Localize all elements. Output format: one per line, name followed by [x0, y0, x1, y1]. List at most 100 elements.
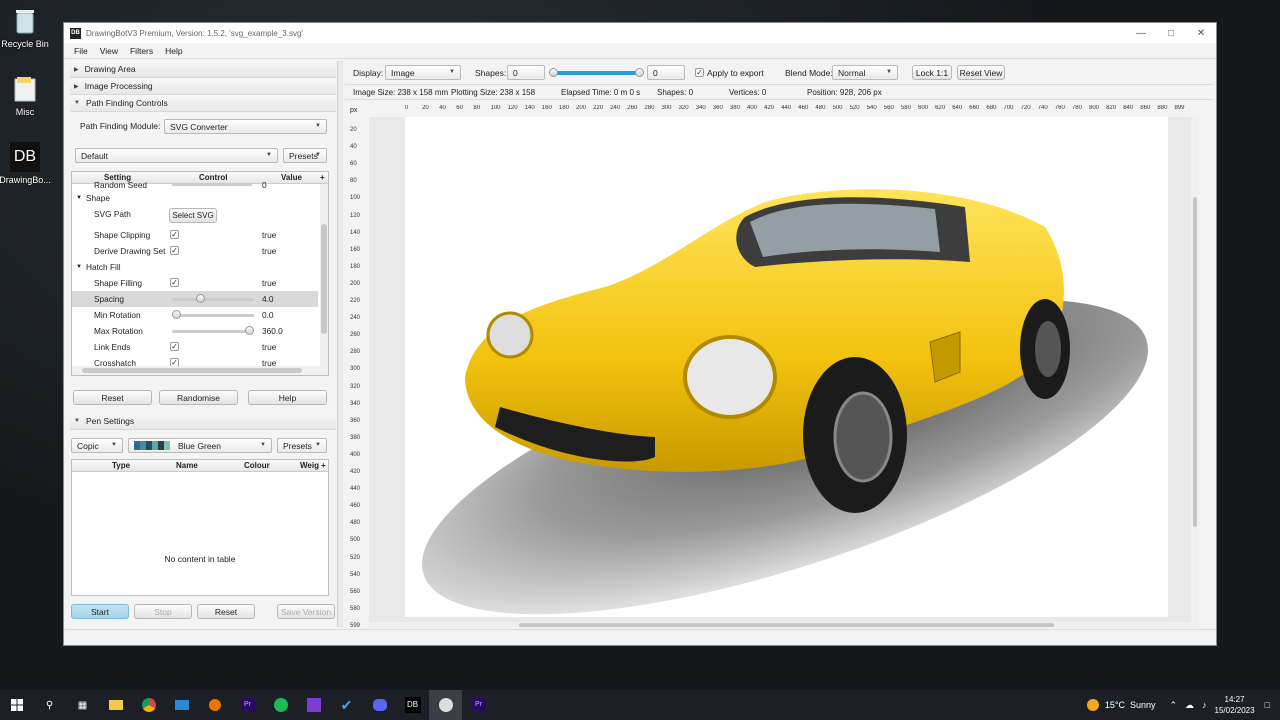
ruler-tick-label: 460 — [798, 105, 809, 111]
scrollbar-thumb[interactable] — [1193, 197, 1197, 527]
weather-text[interactable]: 15°C Sunny — [1105, 700, 1156, 710]
settings-horizontal-scrollbar[interactable] — [72, 366, 328, 375]
row-random-seed[interactable]: Random Seed 0 — [72, 180, 318, 190]
derive-drawing-set-checkbox[interactable]: ✓ — [170, 246, 179, 255]
add-column-icon[interactable]: + — [321, 461, 326, 470]
spacing-slider[interactable] — [172, 298, 254, 301]
min-rotation-slider[interactable] — [172, 314, 254, 317]
chrome-icon[interactable] — [132, 690, 165, 720]
minimize-icon[interactable]: — — [1126, 28, 1156, 39]
link-ends-checkbox[interactable]: ✓ — [170, 342, 179, 351]
task-view-icon[interactable]: ▦ — [66, 690, 99, 720]
preset-select[interactable]: Default ▼ — [75, 148, 278, 163]
save-version-button[interactable]: Save Version — [277, 604, 335, 619]
scrollbar-thumb[interactable] — [519, 623, 1054, 627]
random-seed-slider[interactable] — [172, 183, 252, 186]
shape-clipping-checkbox[interactable]: ✓ — [170, 230, 179, 239]
settings-vertical-scrollbar[interactable] — [320, 184, 328, 366]
column-name[interactable]: Name — [176, 461, 198, 470]
position-text: Position: 928, 206 px — [807, 88, 882, 97]
maximize-icon[interactable]: □ — [1156, 28, 1186, 39]
canvas-vertical-scrollbar[interactable] — [1191, 117, 1199, 622]
randomise-button[interactable]: Randomise — [159, 390, 238, 405]
drawingbot-shortcut[interactable]: DB DrawingBo... — [0, 142, 52, 185]
premiere-icon-2[interactable]: Pr — [462, 690, 495, 720]
section-image-processing[interactable]: ▶ Image Processing — [70, 78, 336, 95]
ruler-tick-label: 500 — [350, 537, 361, 544]
shapes-range-thumb-start[interactable] — [549, 68, 558, 77]
add-column-icon[interactable]: + — [320, 173, 325, 182]
spacing-slider-thumb[interactable] — [196, 294, 206, 303]
reset-view-button[interactable]: Reset View — [957, 65, 1005, 80]
shapes-to-input[interactable]: 0 — [647, 65, 685, 80]
pen-mode-select[interactable]: Copic ▼ — [71, 438, 123, 453]
start-icon[interactable] — [0, 690, 33, 720]
menu-file[interactable]: File — [74, 46, 88, 56]
pen-set-swatches — [134, 441, 170, 450]
clock[interactable]: 14:27 15/02/2023 — [1215, 694, 1255, 716]
group-hatch-fill[interactable]: ▼ Hatch Fill — [72, 259, 318, 275]
mail-icon[interactable] — [165, 690, 198, 720]
search-icon[interactable]: ⚲ — [33, 690, 66, 720]
section-drawing-area[interactable]: ▶ Drawing Area — [70, 61, 336, 78]
discord-icon[interactable] — [363, 690, 396, 720]
chevron-up-icon[interactable]: ⌃ — [1169, 700, 1177, 711]
stop-button[interactable]: Stop — [134, 604, 192, 619]
premiere-icon[interactable]: Pr — [231, 690, 264, 720]
shape-filling-checkbox[interactable]: ✓ — [170, 278, 179, 287]
shapes-range-slider[interactable] — [552, 71, 640, 75]
select-value: Default — [81, 150, 108, 161]
volume-icon[interactable]: ♪ — [1202, 700, 1207, 710]
obs-icon[interactable] — [429, 690, 462, 720]
section-pen-settings[interactable]: ▼ Pen Settings — [70, 413, 336, 430]
min-rotation-slider-thumb[interactable] — [172, 310, 181, 319]
pen-presets-menu[interactable]: Presets ▼ — [277, 438, 327, 453]
scrollbar-thumb[interactable] — [82, 368, 302, 373]
panel-divider[interactable] — [337, 61, 343, 627]
close-icon[interactable]: ✕ — [1186, 28, 1216, 39]
title-bar[interactable]: DB DrawingBotV3 Premium, Version: 1.5.2,… — [64, 23, 1216, 43]
misc-shortcut[interactable]: Misc — [0, 74, 52, 117]
select-value: SVG Converter — [170, 121, 228, 132]
scrollbar-thumb[interactable] — [321, 224, 327, 334]
file-explorer-icon[interactable] — [99, 690, 132, 720]
column-colour[interactable]: Colour — [244, 461, 270, 470]
column-weight[interactable]: Weig — [300, 461, 319, 470]
apply-to-export-checkbox[interactable]: ✓ — [695, 68, 704, 77]
help-button[interactable]: Help — [248, 390, 327, 405]
drawingbot-taskbar-icon[interactable]: DB — [396, 690, 429, 720]
notification-icon[interactable]: □ — [1265, 700, 1270, 710]
max-rotation-slider[interactable] — [172, 330, 254, 333]
ruler-tick-label: 80 — [350, 178, 357, 185]
presets-menu[interactable]: Presets ▼ — [283, 148, 327, 163]
drawing-canvas[interactable] — [369, 117, 1199, 622]
spotify-icon[interactable] — [264, 690, 297, 720]
canvas-horizontal-scrollbar[interactable] — [369, 622, 1199, 628]
display-select[interactable]: Image ▼ — [385, 65, 461, 80]
column-type[interactable]: Type — [112, 461, 130, 470]
menu-filters[interactable]: Filters — [130, 46, 153, 56]
pen-set-select[interactable]: Blue Green ▼ — [128, 438, 272, 453]
path-finding-module-select[interactable]: SVG Converter ▼ — [164, 119, 327, 134]
lock-1-1-button[interactable]: Lock 1:1 — [912, 65, 952, 80]
ruler-tick-label: 380 — [350, 434, 361, 441]
start-button[interactable]: Start — [71, 604, 129, 619]
network-icon[interactable]: ☁ — [1185, 700, 1194, 711]
shapes-from-input[interactable]: 0 — [507, 65, 545, 80]
ruler-tick-label: 700 — [1003, 105, 1014, 111]
reset-process-button[interactable]: Reset — [197, 604, 255, 619]
section-path-finding-controls[interactable]: ▼ Path Finding Controls — [70, 95, 336, 112]
reset-button[interactable]: Reset — [73, 390, 152, 405]
blender-icon[interactable] — [198, 690, 231, 720]
blend-mode-select[interactable]: Normal ▼ — [832, 65, 898, 80]
shapes-range-thumb-end[interactable] — [635, 68, 644, 77]
weather-sun-icon — [1086, 699, 1099, 711]
jetbrains-icon[interactable] — [297, 690, 330, 720]
max-rotation-slider-thumb[interactable] — [245, 326, 254, 335]
select-svg-button[interactable]: Select SVG — [169, 208, 217, 223]
recycle-bin-shortcut[interactable]: Recycle Bin — [0, 6, 52, 49]
menu-help[interactable]: Help — [165, 46, 182, 56]
todo-icon[interactable]: ✔ — [330, 690, 363, 720]
menu-view[interactable]: View — [100, 46, 118, 56]
group-shape[interactable]: ▼ Shape — [72, 190, 318, 206]
